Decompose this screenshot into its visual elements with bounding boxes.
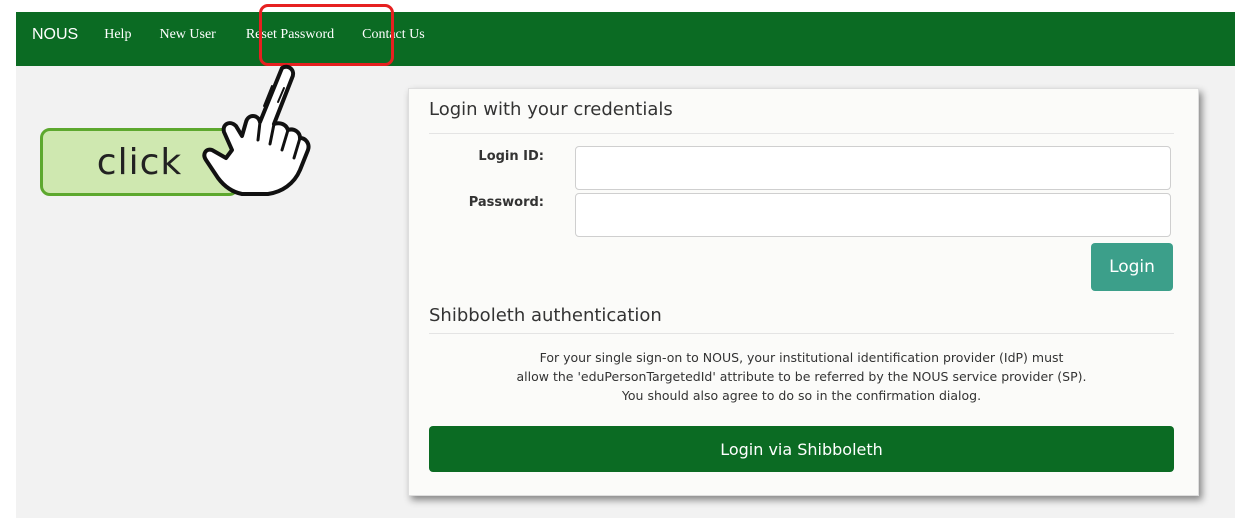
login-section-title: Login with your credentials bbox=[429, 99, 673, 120]
notice-line: allow the 'eduPersonTargetedId' attribut… bbox=[516, 369, 1087, 384]
notice-line: You should also agree to do so in the co… bbox=[621, 388, 982, 403]
shibboleth-login-button[interactable]: Login via Shibboleth bbox=[429, 426, 1174, 472]
login-id-input[interactable] bbox=[575, 146, 1171, 190]
brand-logo[interactable]: NOUS bbox=[32, 26, 78, 44]
nav-help[interactable]: Help bbox=[104, 27, 131, 43]
divider bbox=[429, 333, 1174, 334]
nav-new-user[interactable]: New User bbox=[159, 27, 215, 43]
pointing-hand-icon bbox=[202, 64, 311, 196]
divider bbox=[429, 133, 1174, 134]
login-card: Login with your credentials Login ID: Pa… bbox=[408, 88, 1199, 496]
shibboleth-notice: For your single sign-on to NOUS, your in… bbox=[429, 348, 1174, 405]
password-label: Password: bbox=[468, 195, 544, 210]
login-id-label: Login ID: bbox=[478, 149, 544, 164]
notice-line: For your single sign-on to NOUS, your in… bbox=[539, 350, 1064, 365]
password-input[interactable] bbox=[575, 193, 1171, 237]
reset-password-highlight bbox=[259, 4, 394, 66]
top-navbar: NOUS Help New User Reset Password Contac… bbox=[16, 12, 1235, 66]
login-button[interactable]: Login bbox=[1091, 243, 1173, 291]
click-callout-label: click bbox=[96, 141, 183, 183]
shibboleth-section-title: Shibboleth authentication bbox=[429, 305, 662, 326]
